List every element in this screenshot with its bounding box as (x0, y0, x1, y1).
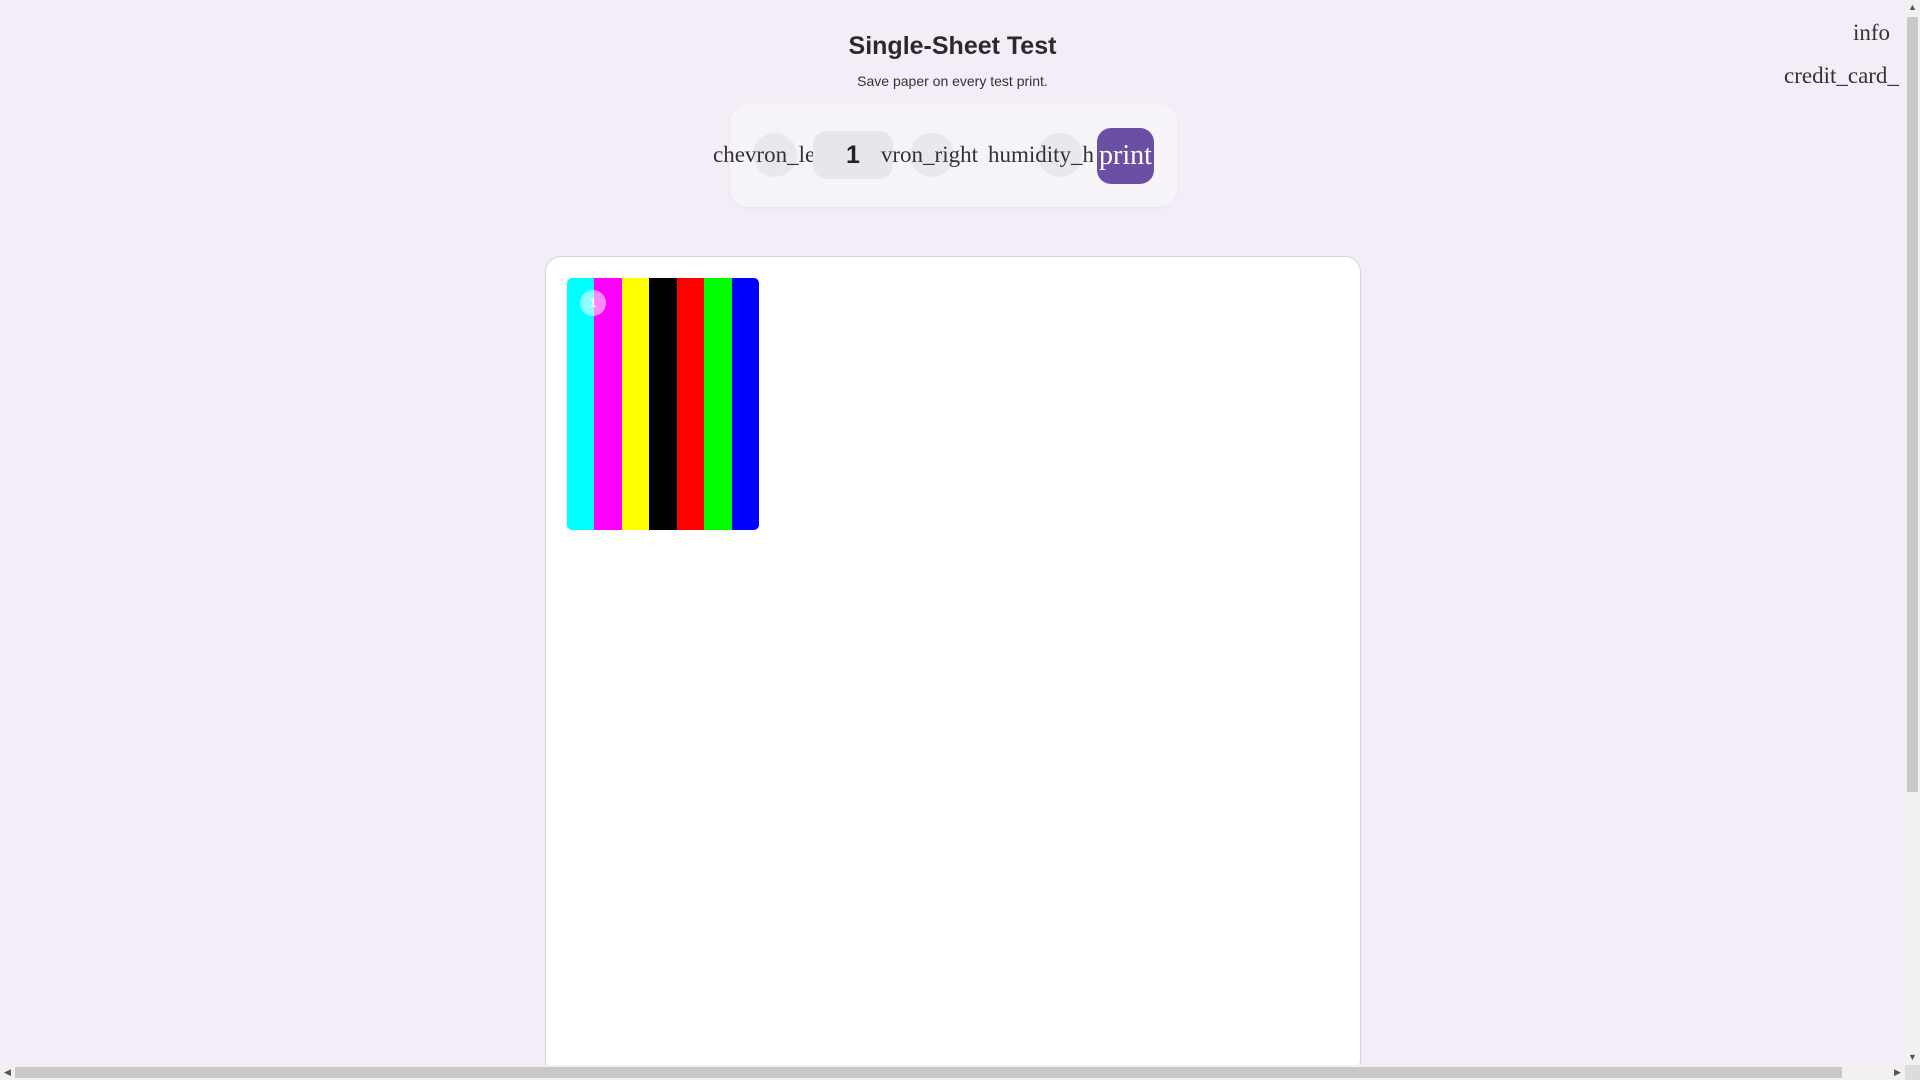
scroll-up-icon[interactable]: ▲ (1905, 0, 1920, 15)
humidity-high-icon: humidity_high (988, 142, 1093, 167)
credit-card-icon[interactable]: credit_card_ (1784, 63, 1904, 89)
page-subtitle: Save paper on every test print. (857, 73, 1048, 89)
color-bar-7 (731, 278, 759, 530)
sheet-preview: 1 (545, 256, 1361, 1076)
scrollbar-corner (1905, 1065, 1920, 1080)
chevron-left-icon: chevron_left (713, 142, 813, 167)
color-bar-5 (676, 278, 705, 530)
page-title: Single-Sheet Test (848, 32, 1057, 60)
info-icon[interactable]: info (1853, 20, 1890, 46)
scroll-down-icon[interactable]: ▼ (1905, 1050, 1920, 1065)
strip-number-badge: 1 (580, 290, 606, 316)
print-button[interactable]: print (1097, 128, 1154, 184)
scroll-right-icon[interactable]: ▶ (1890, 1065, 1905, 1080)
color-bar-3 (621, 278, 650, 530)
scroll-left-icon[interactable]: ◀ (0, 1065, 15, 1080)
horizontal-scrollbar[interactable]: ◀ ▶ (0, 1065, 1905, 1080)
vertical-scrollbar[interactable]: ▲ ▼ (1905, 0, 1920, 1065)
color-bar-4 (649, 278, 677, 530)
horizontal-scroll-thumb[interactable] (15, 1067, 1842, 1078)
chevron-right-icon: chevron_right (880, 142, 978, 167)
color-bar-6 (704, 278, 732, 530)
color-bar-2 (594, 278, 622, 530)
page-header: Single-Sheet Test Save paper on every te… (0, 32, 1905, 89)
vertical-scroll-thumb[interactable] (1907, 17, 1918, 792)
color-test-strip: 1 (567, 278, 759, 530)
controls-panel: chevron_left 1 chevron_right humidity_hi… (713, 104, 1177, 207)
